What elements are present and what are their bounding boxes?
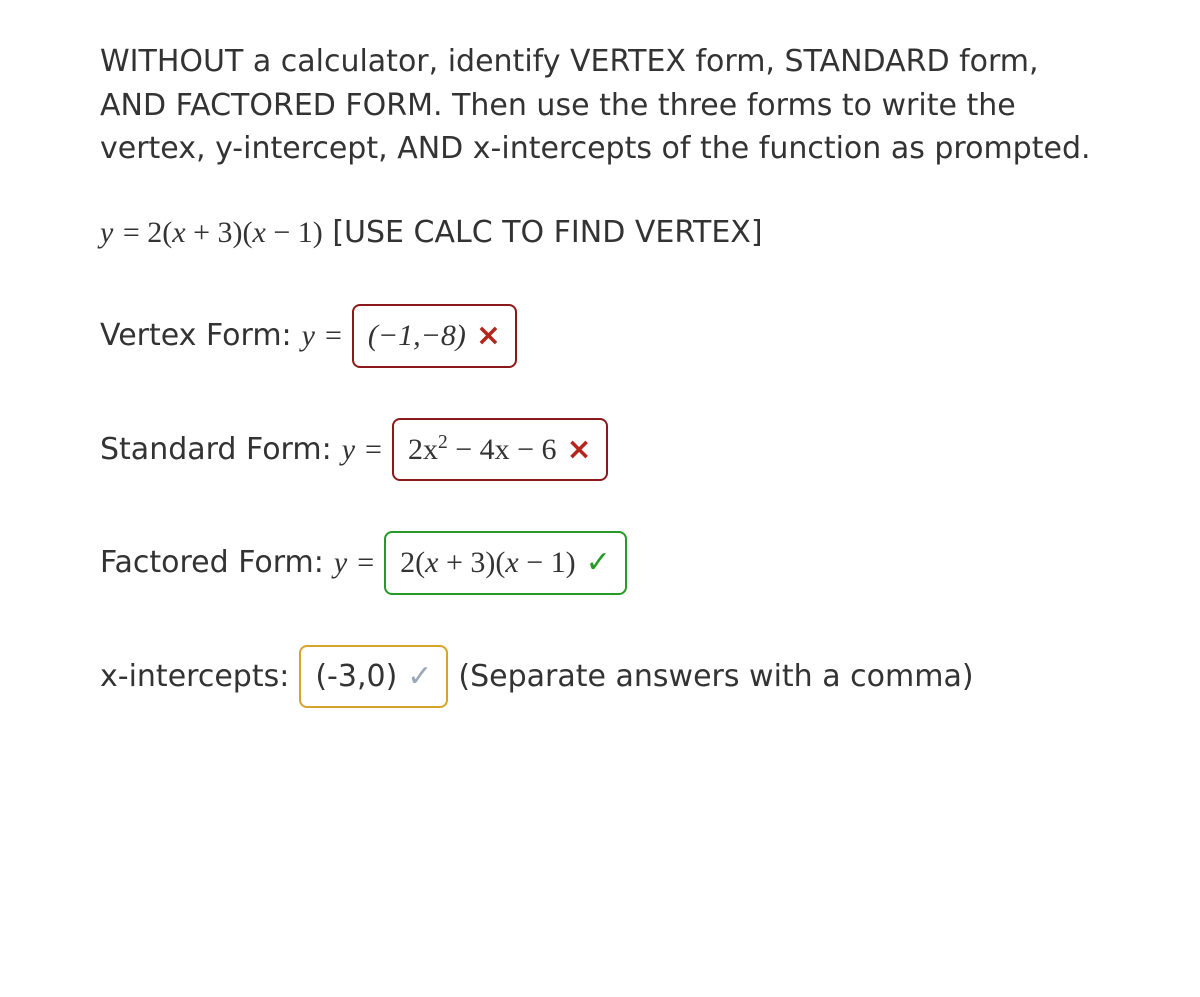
instructions-text: WITHOUT a calculator, identify VERTEX fo… — [100, 40, 1100, 171]
vertex-form-row: Vertex Form: y = (−1,−8) × — [100, 304, 1100, 368]
incorrect-icon: × — [476, 314, 501, 358]
standard-answer-exp: 2 — [438, 432, 448, 453]
standard-form-label: Standard Form: — [100, 428, 332, 472]
factored-form-answer[interactable]: 2(x + 3)(x − 1) ✓ — [384, 531, 627, 595]
given-equation: y = 2(x + 3)(x − 1) [USE CALC TO FIND VE… — [100, 211, 1100, 255]
vertex-form-label: Vertex Form: — [100, 314, 292, 358]
standard-form-answer[interactable]: 2x2 − 4x − 6 × — [392, 418, 608, 482]
factored-form-row: Factored Form: y = 2(x + 3)(x − 1) ✓ — [100, 531, 1100, 595]
x-intercepts-answer[interactable]: (-3,0) ✓ — [299, 645, 448, 709]
standard-form-row: Standard Form: y = 2x2 − 4x − 6 × — [100, 418, 1100, 482]
factored-form-label: Factored Form: — [100, 541, 324, 585]
correct-icon: ✓ — [586, 541, 611, 585]
vertex-form-answer[interactable]: (−1,−8) × — [352, 304, 517, 368]
x-intercepts-answer-text: (-3,0) — [315, 655, 397, 699]
standard-answer-post: − 4x − 6 — [448, 433, 557, 466]
x-intercepts-hint: (Separate answers with a comma) — [458, 655, 973, 699]
incorrect-icon: × — [567, 428, 592, 472]
x-intercepts-label: x-intercepts: — [100, 655, 289, 699]
vertex-form-answer-text: (−1,−8) — [368, 314, 466, 358]
standard-answer-pre: 2x — [408, 433, 438, 466]
x-intercepts-row: x-intercepts: (-3,0) ✓ (Separate answers… — [100, 645, 1100, 709]
vertex-calc-note: [USE CALC TO FIND VERTEX] — [332, 215, 762, 250]
partial-correct-icon: ✓ — [407, 655, 432, 699]
